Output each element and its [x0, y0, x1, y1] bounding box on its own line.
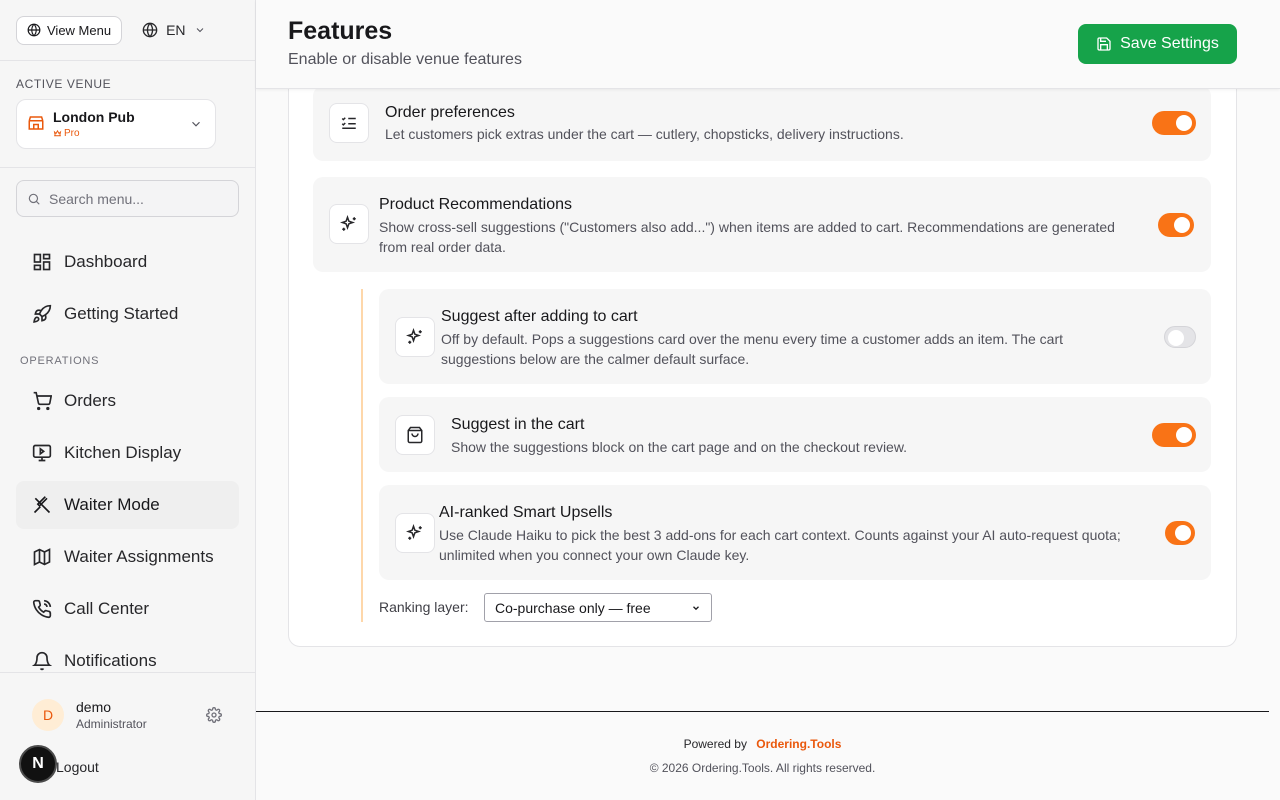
globe-icon: [27, 23, 41, 37]
powered-by-label: Powered by: [683, 737, 747, 751]
nav-item-waiter-mode[interactable]: Waiter Mode: [16, 481, 239, 529]
nav-item-getting-started[interactable]: Getting Started: [16, 290, 239, 338]
toggle-knob: [1176, 427, 1192, 443]
chevron-down-icon: [693, 605, 699, 610]
feature-description: Show cross-sell suggestions ("Customers …: [379, 219, 1115, 255]
nav-item-dashboard[interactable]: Dashboard: [16, 238, 239, 286]
language-label: EN: [166, 22, 186, 38]
language-selector[interactable]: EN: [142, 22, 205, 38]
venue-plan-badge: Pro: [53, 128, 135, 139]
chevron-down-icon: [192, 121, 200, 127]
toggle-knob: [1175, 525, 1191, 541]
monitor-icon: [32, 444, 52, 462]
product-recommendations-toggle[interactable]: [1158, 213, 1194, 237]
feature-title: AI-ranked Smart Upsells: [439, 504, 613, 521]
ranking-layer-select[interactable]: Co-purchase only — free: [484, 593, 712, 622]
sparkles-icon: [395, 513, 435, 553]
suggest-after-adding-toggle[interactable]: [1164, 326, 1196, 348]
view-menu-button[interactable]: View Menu: [16, 15, 123, 45]
feature-order-preferences: Order preferences Let customers pick ext…: [313, 86, 1211, 161]
crown-icon: [53, 129, 62, 137]
phone-icon: [32, 599, 52, 619]
search-input[interactable]: [49, 190, 219, 207]
nav-item-call-center[interactable]: Call Center: [16, 585, 239, 633]
toggle-knob: [1168, 330, 1184, 346]
ranking-layer-label: Ranking layer:: [379, 599, 469, 615]
nav-label: Call Center: [64, 599, 150, 618]
globe-icon: [142, 22, 158, 38]
active-venue-label: ACTIVE VENUE: [16, 77, 112, 91]
avatar[interactable]: D: [32, 699, 64, 731]
sidebar-top: View Menu EN: [0, 0, 255, 61]
user-panel: D demo Administrator Logout N: [0, 672, 255, 800]
user-role: Administrator: [76, 717, 147, 731]
view-menu-label: View Menu: [47, 22, 112, 38]
sparkles-icon: [395, 317, 435, 357]
chevron-down-icon: [196, 28, 203, 33]
nav-label: Dashboard: [64, 252, 148, 271]
venue-selector[interactable]: London Pub Pro: [16, 99, 216, 149]
ranking-layer-value: Co-purchase only — free: [495, 599, 651, 616]
order-preferences-toggle[interactable]: [1152, 111, 1196, 135]
list-check-icon: [329, 103, 369, 143]
page-subtitle: Enable or disable venue features: [288, 51, 522, 68]
venue-plan-label: Pro: [64, 128, 80, 139]
operations-section-label: OPERATIONS: [20, 355, 100, 367]
feature-description: Use Claude Haiku to pick the best 3 add-…: [439, 527, 1121, 563]
store-icon: [28, 116, 44, 130]
nav-item-waiter-assignments[interactable]: Waiter Assignments: [16, 533, 239, 581]
search-box: [16, 180, 239, 217]
n-badge[interactable]: N: [19, 745, 57, 783]
feature-ai-smart-upsells: AI-ranked Smart Upsells Use Claude Haiku…: [379, 485, 1211, 580]
page-title: Features: [288, 17, 393, 45]
footer: Powered by Ordering.Tools © 2026 Orderin…: [256, 711, 1269, 800]
nav-item-orders[interactable]: Orders: [16, 377, 239, 425]
sparkles-icon: [329, 204, 369, 244]
feature-title: Suggest in the cart: [451, 416, 585, 433]
sidebar: View Menu EN ACTIVE VENUE London Pub Pro: [0, 0, 256, 800]
nav-label: Getting Started: [64, 304, 179, 323]
feature-title: Suggest after adding to cart: [441, 308, 638, 325]
powered-by: Powered by Ordering.Tools: [256, 737, 1269, 751]
rocket-icon: [33, 304, 52, 323]
feature-title: Order preferences: [385, 104, 515, 121]
save-settings-button[interactable]: Save Settings: [1078, 24, 1237, 64]
ai-smart-upsells-toggle[interactable]: [1165, 521, 1195, 545]
save-icon: [1097, 37, 1111, 51]
nav-label: Waiter Mode: [64, 495, 160, 514]
cart-icon: [33, 391, 52, 411]
shopping-bag-icon: [395, 415, 435, 455]
user-name: demo: [76, 699, 112, 715]
nav-label: Notifications: [64, 651, 157, 670]
sub-settings-border: [361, 289, 363, 622]
logout-button[interactable]: Logout: [56, 759, 99, 775]
nav-label: Kitchen Display: [64, 443, 182, 462]
feature-description: Let customers pick extras under the cart…: [385, 126, 904, 142]
nav-item-kitchen-display[interactable]: Kitchen Display: [16, 429, 239, 477]
bell-icon: [32, 651, 52, 671]
suggest-in-cart-toggle[interactable]: [1152, 423, 1196, 447]
toggle-knob: [1176, 115, 1192, 131]
gear-icon[interactable]: [206, 707, 222, 723]
copyright: © 2026 Ordering.Tools. All rights reserv…: [649, 761, 876, 775]
feature-product-recommendations: Product Recommendations Show cross-sell …: [313, 177, 1211, 272]
feature-title: Product Recommendations: [379, 196, 572, 213]
feature-description: Show the suggestions block on the cart p…: [451, 439, 908, 455]
brand-link[interactable]: Ordering.Tools: [756, 737, 841, 751]
feature-description: Off by default. Pops a suggestions card …: [441, 331, 1064, 367]
save-settings-label: Save Settings: [1120, 35, 1219, 52]
nav-label: Waiter Assignments: [64, 547, 214, 566]
nav-label: Orders: [64, 391, 116, 410]
dashboard-icon: [33, 253, 51, 271]
feature-suggest-in-cart: Suggest in the cart Show the suggestions…: [379, 397, 1211, 472]
page-header: Features Enable or disable venue feature…: [256, 0, 1280, 89]
feature-suggest-after-adding: Suggest after adding to cart Off by defa…: [379, 289, 1211, 384]
toggle-knob: [1174, 217, 1190, 233]
map-icon: [33, 548, 51, 566]
venue-section: ACTIVE VENUE London Pub Pro: [0, 61, 255, 168]
utensils-icon: [33, 496, 51, 514]
search-icon: [28, 193, 40, 205]
venue-name: London Pub: [53, 109, 135, 125]
